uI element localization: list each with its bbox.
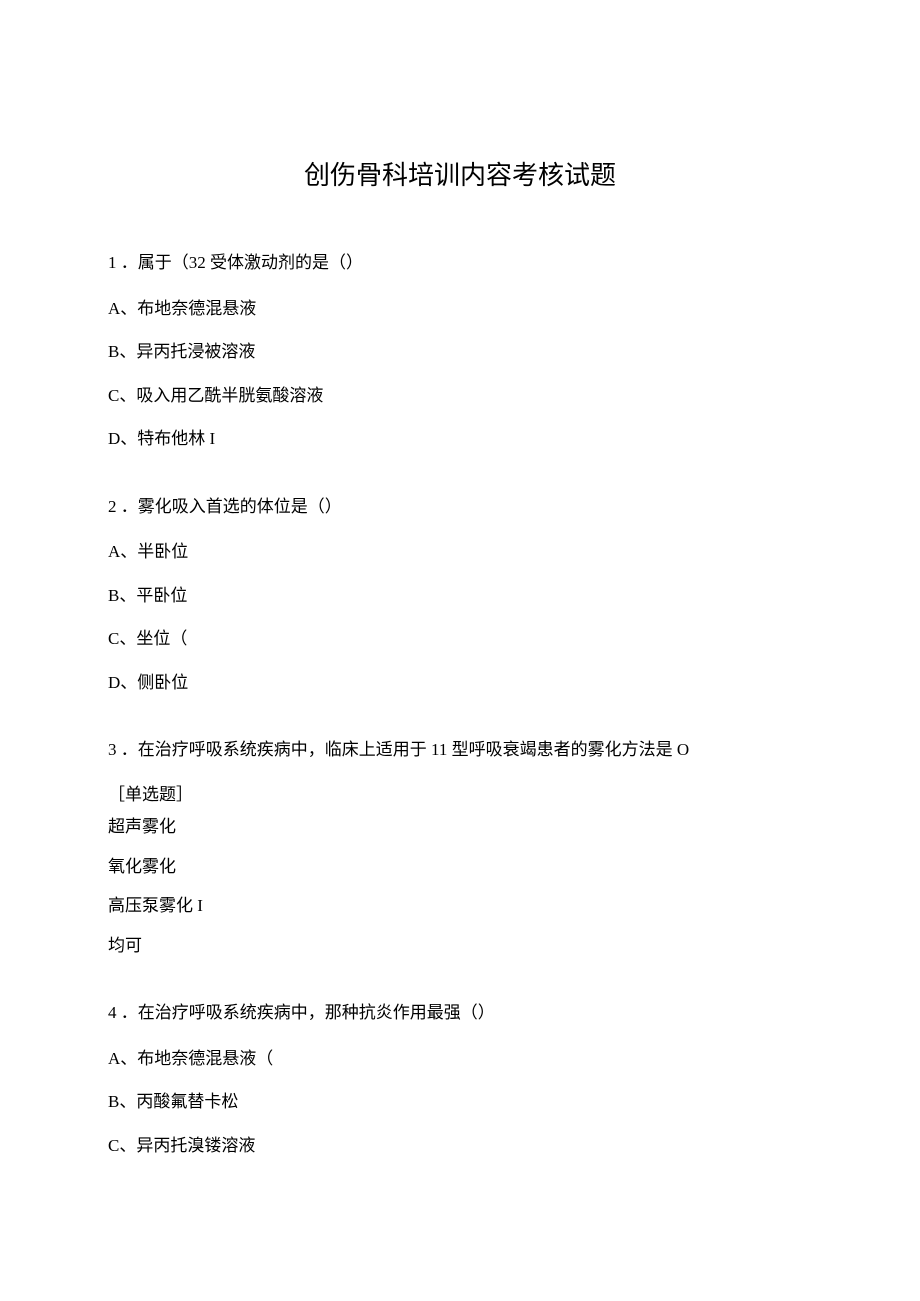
question-stem: 1 ．属于（32 受体激动剂的是（） — [108, 250, 812, 276]
question-2: 2 ．雾化吸入首选的体位是（） A、半卧位 B、平卧位 C、坐位（ D、侧卧位 — [108, 494, 812, 696]
question-3: 3 ．在治疗呼吸系统疾病中，临床上适用于 11 型呼吸衰竭患者的雾化方法是 O … — [108, 737, 812, 958]
option-c: 高压泵雾化 I — [108, 893, 812, 919]
question-4: 4 ．在治疗呼吸系统疾病中，那种抗炎作用最强（） A、布地奈德混悬液（ B、丙酸… — [108, 1000, 812, 1158]
option-a: 超声雾化 — [108, 814, 812, 840]
page-title: 创伤骨科培训内容考核试题 — [108, 155, 812, 192]
option-d: D、特布他林 I — [108, 426, 812, 452]
question-1: 1 ．属于（32 受体激动剂的是（） A、布地奈德混悬液 B、异丙托浸被溶液 C… — [108, 250, 812, 452]
option-a: A、布地奈德混悬液（ — [108, 1046, 812, 1072]
option-b: B、平卧位 — [108, 583, 812, 609]
option-a: A、半卧位 — [108, 539, 812, 565]
option-c: C、异丙托溴镂溶液 — [108, 1133, 812, 1159]
option-d: 均可 — [108, 933, 812, 959]
option-b: B、丙酸氟替卡松 — [108, 1089, 812, 1115]
option-c: C、吸入用乙酰半胱氨酸溶液 — [108, 383, 812, 409]
option-d: D、侧卧位 — [108, 670, 812, 696]
question-sub-label: ［单选题］ — [108, 783, 812, 807]
option-b: 氧化雾化 — [108, 854, 812, 880]
question-stem: 3 ．在治疗呼吸系统疾病中，临床上适用于 11 型呼吸衰竭患者的雾化方法是 O — [108, 737, 812, 763]
question-stem: 4 ．在治疗呼吸系统疾病中，那种抗炎作用最强（） — [108, 1000, 812, 1026]
question-stem: 2 ．雾化吸入首选的体位是（） — [108, 494, 812, 520]
option-b: B、异丙托浸被溶液 — [108, 339, 812, 365]
option-a: A、布地奈德混悬液 — [108, 296, 812, 322]
option-c: C、坐位（ — [108, 626, 812, 652]
